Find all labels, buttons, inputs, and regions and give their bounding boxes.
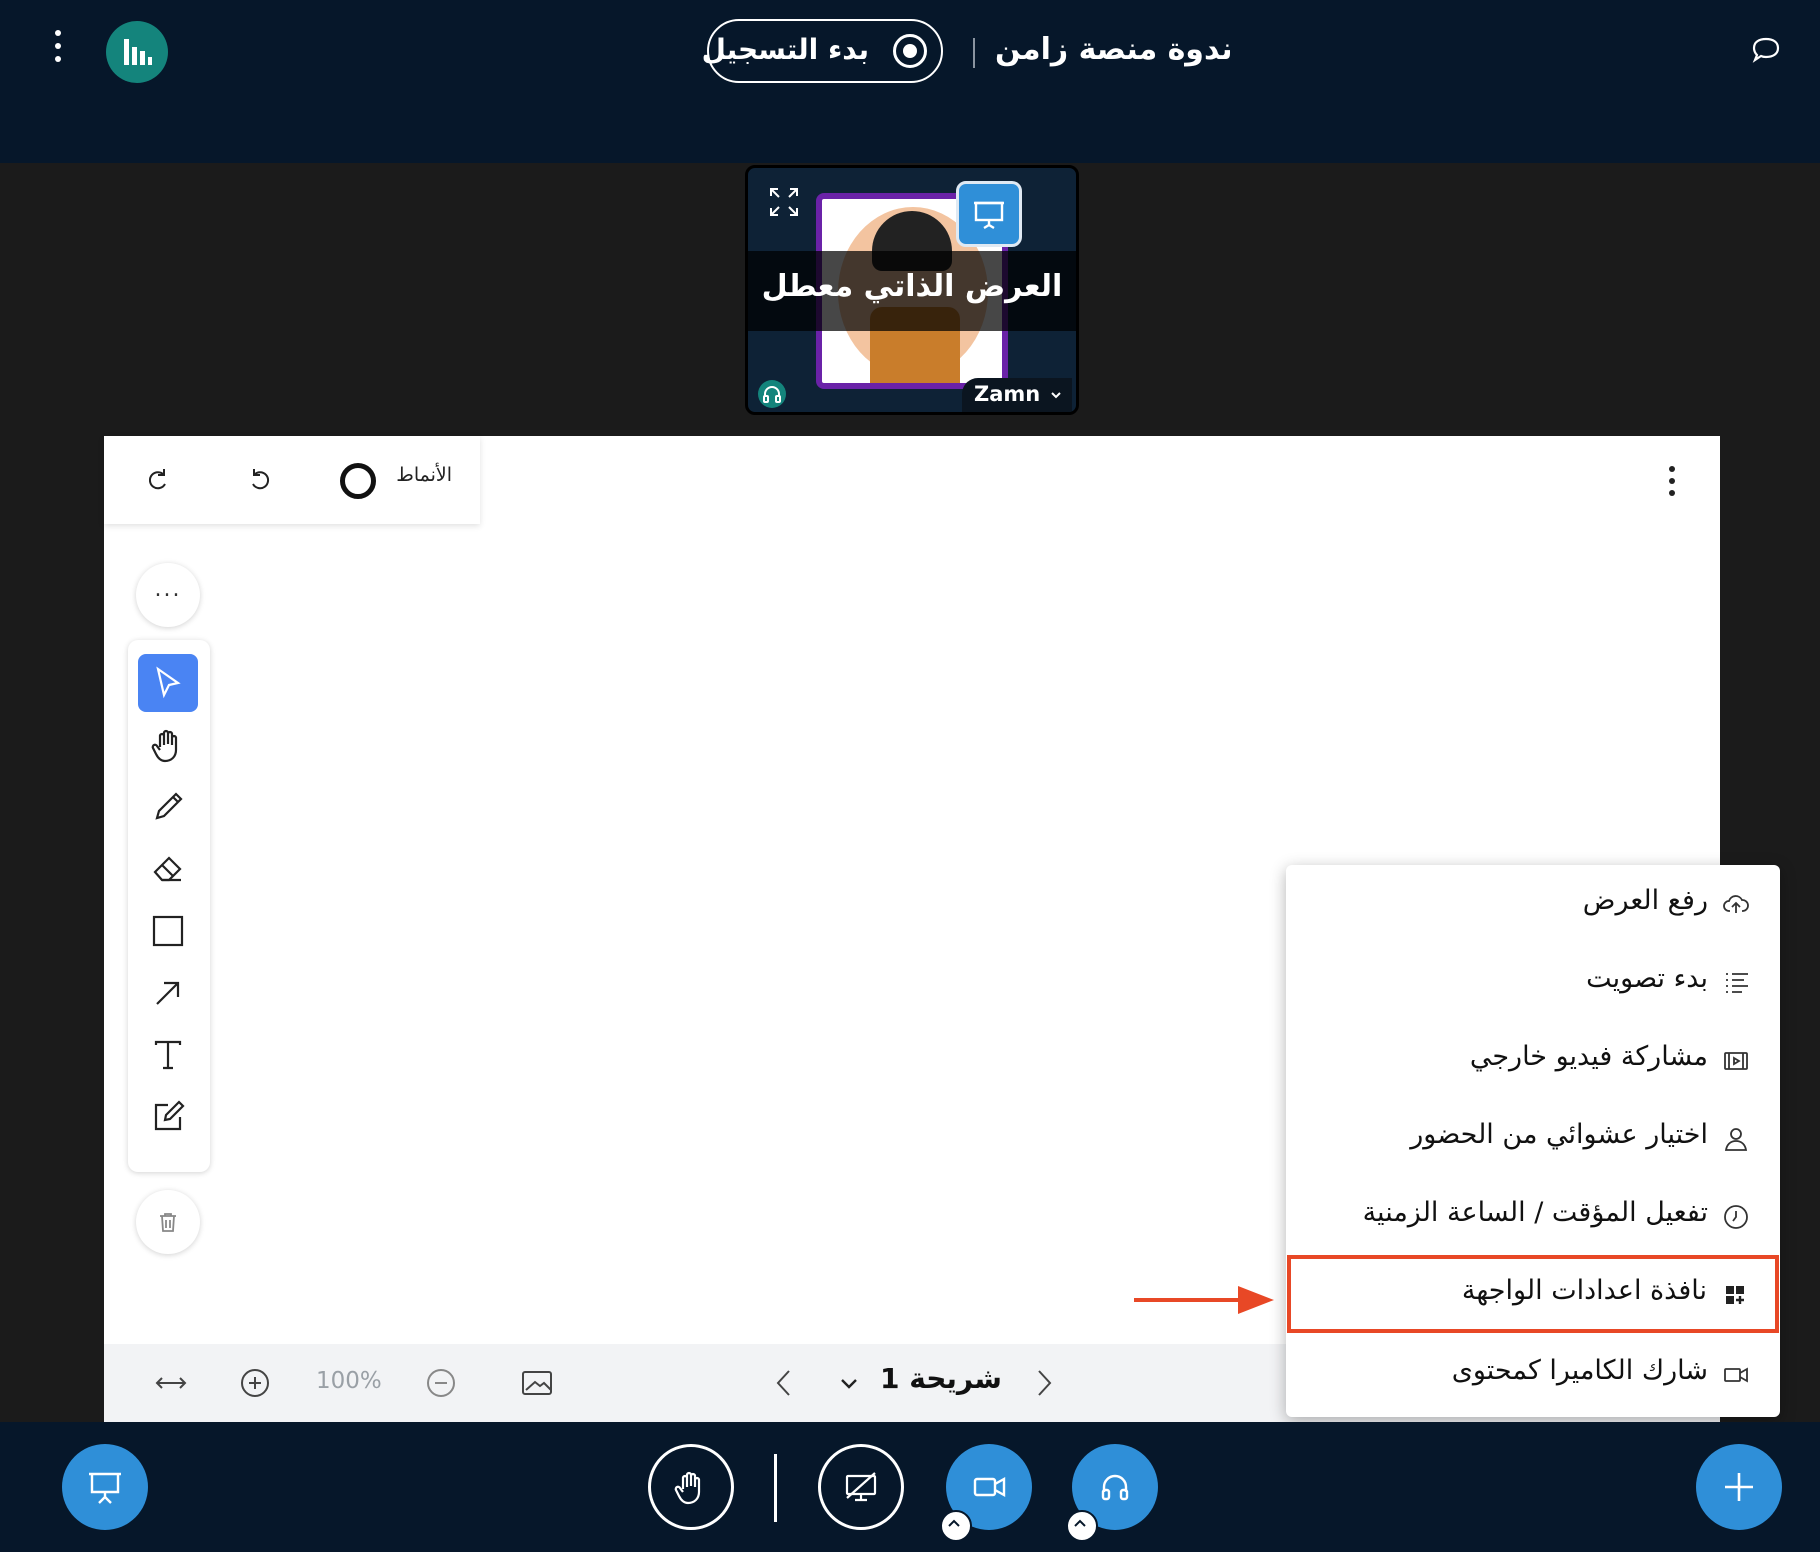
layout-grid-icon	[1726, 1286, 1744, 1304]
zoom-in-icon[interactable]	[238, 1366, 272, 1400]
screen-share-off-icon	[845, 1472, 877, 1502]
drawing-tools-panel	[128, 640, 210, 1172]
actions-plus-button[interactable]	[1696, 1444, 1782, 1530]
arrow-tool[interactable]	[138, 964, 198, 1022]
audio-options-caret-icon[interactable]	[1066, 1510, 1098, 1542]
rectangle-tool[interactable]	[138, 902, 198, 960]
webcam-tile[interactable]: العرض الذاتي معطل Zamn	[745, 165, 1079, 415]
slide-selector[interactable]: شريحة 1	[880, 1362, 1002, 1395]
eraser-icon	[153, 856, 182, 882]
menu-item-label: تفعيل المؤقت / الساعة الزمنية	[1362, 1197, 1708, 1228]
title-divider	[973, 38, 975, 68]
arrow-icon	[156, 981, 180, 1005]
video-film-icon	[1724, 1052, 1748, 1070]
minimize-presentation-icon[interactable]	[520, 1366, 554, 1400]
record-icon	[893, 34, 927, 68]
text-tool[interactable]	[138, 1026, 198, 1084]
edit-note-icon	[154, 1100, 185, 1131]
menu-item-share-external-video[interactable]: مشاركة فيديو خارجي	[1286, 1021, 1780, 1099]
app-logo-icon[interactable]	[106, 21, 168, 83]
menu-item-layout-settings[interactable]: نافذة اعدادات الواجهة	[1287, 1255, 1779, 1333]
next-slide-icon[interactable]	[1026, 1366, 1060, 1400]
actions-menu: رفع العرض بدء تصويت مشاركة فيديو خارجي ا…	[1286, 865, 1780, 1417]
fit-width-icon[interactable]	[154, 1366, 188, 1400]
zoom-out-icon[interactable]	[424, 1366, 458, 1400]
presentation-icon	[89, 1472, 121, 1504]
hand-icon	[151, 729, 178, 763]
self-view-disabled-text: العرض الذاتي معطل	[761, 269, 1063, 304]
trash-icon	[160, 1213, 176, 1232]
audio-status-icon	[758, 380, 786, 408]
menu-item-random-select-user[interactable]: اختيار عشوائي من الحضور	[1286, 1099, 1780, 1177]
plus-icon	[1725, 1473, 1753, 1501]
styles-button[interactable]: الأنماط	[396, 464, 452, 486]
poll-list-icon	[1726, 973, 1748, 993]
previous-slide-icon[interactable]	[768, 1366, 802, 1400]
style-color-swatch[interactable]	[340, 463, 376, 499]
presentation-button[interactable]	[62, 1444, 148, 1530]
slide-select-chevron-icon[interactable]	[832, 1366, 866, 1400]
self-view-disabled-banner: العرض الذاتي معطل	[748, 251, 1076, 331]
chevron-down-icon	[1051, 392, 1061, 399]
zoom-level: 100%	[316, 1368, 382, 1394]
footer-divider	[774, 1454, 777, 1522]
menu-item-label: نافذة اعدادات الواجهة	[1461, 1275, 1707, 1306]
whiteboard-options-menu[interactable]	[1624, 436, 1720, 526]
menu-item-start-poll[interactable]: بدء تصويت	[1286, 943, 1780, 1021]
more-tools-button[interactable]: ...	[136, 563, 200, 627]
hand-tool[interactable]	[138, 716, 198, 774]
undo-icon[interactable]	[244, 464, 276, 496]
video-camera-icon	[973, 1476, 1006, 1498]
options-menu-icon[interactable]	[44, 30, 72, 74]
menu-item-label: اختيار عشوائي من الحضور	[1410, 1119, 1708, 1150]
cursor-icon	[156, 666, 181, 699]
menu-item-activate-timer[interactable]: تفعيل المؤقت / الساعة الزمنية	[1286, 1177, 1780, 1255]
camera-icon	[1724, 1367, 1748, 1383]
camera-options-caret-icon[interactable]	[940, 1510, 972, 1542]
hand-icon	[674, 1471, 701, 1505]
user-name: Zamn	[974, 382, 1041, 406]
chat-icon[interactable]	[1749, 34, 1783, 68]
user-icon	[1724, 1128, 1748, 1151]
headphones-icon	[1101, 1474, 1129, 1501]
upload-cloud-icon	[1723, 895, 1749, 913]
pencil-icon	[155, 792, 183, 820]
text-icon	[154, 1040, 182, 1070]
raise-hand-button[interactable]	[648, 1444, 734, 1530]
presenter-badge-icon	[956, 181, 1022, 247]
user-name-dropdown[interactable]: Zamn	[962, 378, 1072, 412]
pencil-tool[interactable]	[138, 778, 198, 836]
expand-icon[interactable]	[768, 186, 800, 218]
style-toolbar: الأنماط	[104, 436, 480, 524]
note-tool[interactable]	[138, 1088, 198, 1146]
eraser-tool[interactable]	[138, 840, 198, 898]
menu-item-label: بدء تصويت	[1586, 963, 1708, 994]
menu-item-upload-presentation[interactable]: رفع العرض	[1286, 865, 1780, 943]
redo-icon[interactable]	[142, 464, 174, 496]
menu-item-share-camera-as-content[interactable]: شارك الكاميرا كمحتوى	[1286, 1335, 1780, 1413]
rectangle-icon	[152, 915, 184, 947]
bottom-action-bar	[0, 1422, 1820, 1552]
delete-button[interactable]	[136, 1190, 200, 1254]
kebab-menu-icon	[1669, 466, 1675, 502]
menu-item-label: مشاركة فيديو خارجي	[1469, 1041, 1708, 1072]
start-recording-button[interactable]: بدء التسجيل	[702, 19, 943, 83]
record-label: بدء التسجيل	[701, 33, 869, 66]
meeting-title: ندوة منصة زامن	[995, 32, 1233, 67]
menu-item-label: شارك الكاميرا كمحتوى	[1451, 1355, 1708, 1386]
select-tool[interactable]	[138, 654, 198, 712]
screen-share-button[interactable]	[818, 1444, 904, 1530]
menu-item-label: رفع العرض	[1582, 885, 1708, 916]
more-tools-label: ...	[154, 577, 182, 602]
clock-icon	[1724, 1205, 1748, 1229]
